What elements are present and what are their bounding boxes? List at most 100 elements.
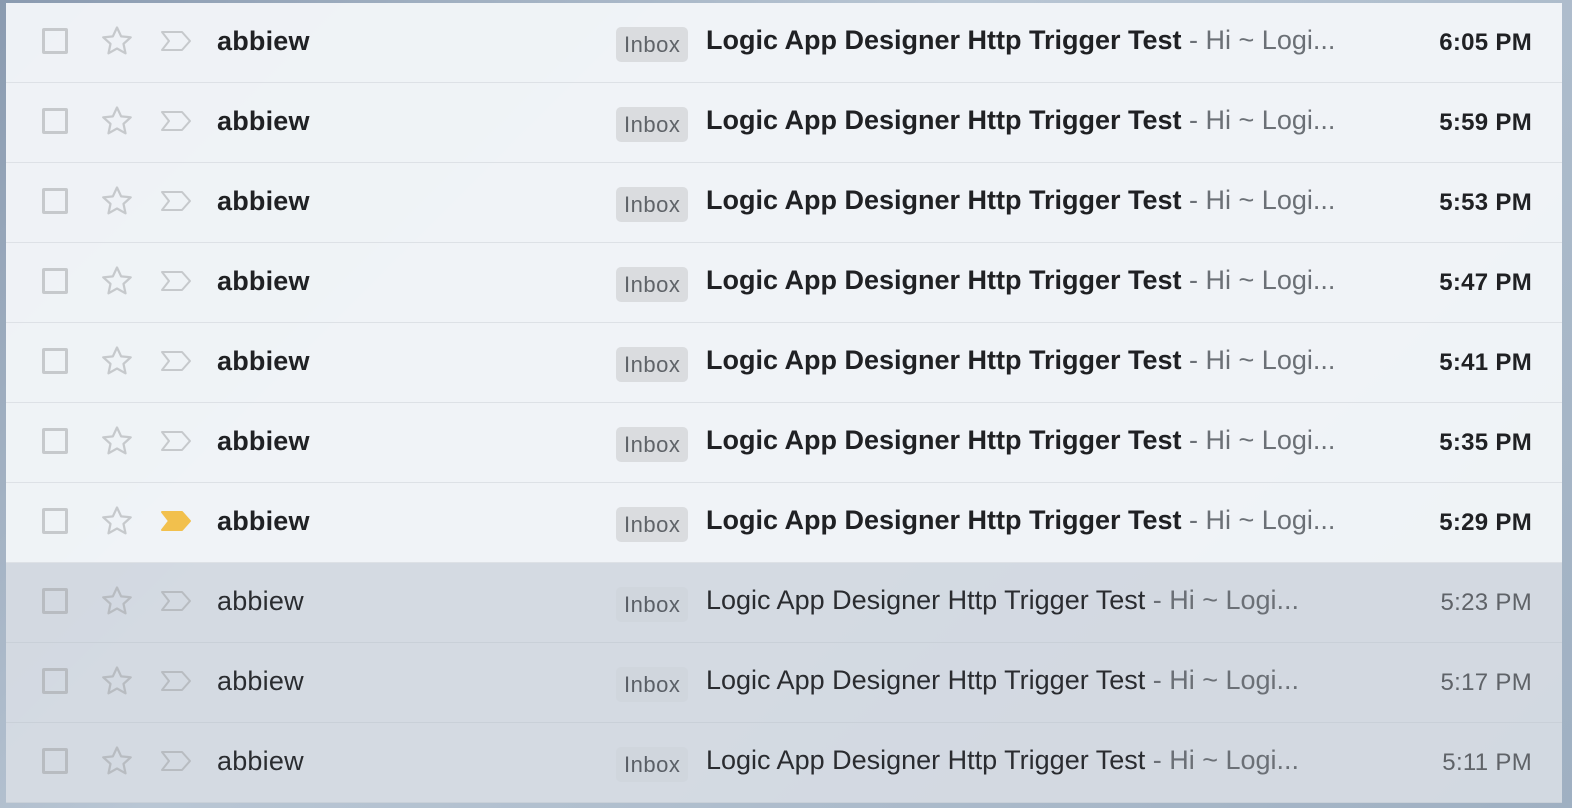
email-snippet: - Hi ~ Logi...: [1181, 25, 1336, 55]
checkbox-icon[interactable]: [42, 668, 68, 694]
sender-name: abbiew: [217, 106, 310, 136]
email-snippet: - Hi ~ Logi...: [1181, 265, 1336, 295]
sender-name: abbiew: [217, 426, 310, 456]
importance-marker-icon[interactable]: [160, 750, 192, 772]
subject-line: Logic App Designer Http Trigger Test - H…: [706, 265, 1342, 296]
email-subject: Logic App Designer Http Trigger Test: [706, 745, 1146, 775]
subject-line: Logic App Designer Http Trigger Test - H…: [706, 665, 1342, 696]
star-icon[interactable]: [100, 664, 134, 698]
email-subject: Logic App Designer Http Trigger Test: [706, 665, 1146, 695]
email-list: abbiew Inbox Logic App Designer Http Tri…: [6, 3, 1562, 803]
sender-name: abbiew: [217, 186, 310, 216]
subject-line: Logic App Designer Http Trigger Test - H…: [706, 25, 1342, 56]
email-subject: Logic App Designer Http Trigger Test: [706, 105, 1182, 135]
star-icon[interactable]: [100, 424, 134, 458]
label-badge[interactable]: Inbox: [616, 347, 689, 382]
email-snippet: - Hi ~ Logi...: [1181, 345, 1336, 375]
importance-marker-icon[interactable]: [160, 350, 192, 372]
star-icon[interactable]: [100, 184, 134, 218]
star-icon[interactable]: [100, 744, 134, 778]
importance-marker-icon[interactable]: [160, 110, 192, 132]
label-badge[interactable]: Inbox: [616, 427, 689, 462]
email-snippet: - Hi ~ Logi...: [1181, 185, 1336, 215]
importance-marker-icon[interactable]: [160, 510, 192, 532]
sender-name: abbiew: [217, 266, 310, 296]
email-time: 5:11 PM: [1442, 749, 1532, 776]
email-subject: Logic App Designer Http Trigger Test: [706, 345, 1182, 375]
email-row[interactable]: abbiew Inbox Logic App Designer Http Tri…: [6, 323, 1562, 403]
email-subject: Logic App Designer Http Trigger Test: [706, 505, 1182, 535]
label-badge[interactable]: Inbox: [616, 507, 689, 542]
subject-line: Logic App Designer Http Trigger Test - H…: [706, 585, 1342, 616]
importance-marker-icon[interactable]: [160, 430, 192, 452]
subject-line: Logic App Designer Http Trigger Test - H…: [706, 505, 1342, 536]
label-badge[interactable]: Inbox: [616, 587, 689, 622]
star-icon[interactable]: [100, 344, 134, 378]
email-time: 5:59 PM: [1439, 109, 1532, 136]
checkbox-icon[interactable]: [42, 428, 68, 454]
sender-name: abbiew: [217, 26, 310, 56]
checkbox-icon[interactable]: [42, 108, 68, 134]
sender-name: abbiew: [217, 746, 304, 776]
checkbox-icon[interactable]: [42, 28, 68, 54]
email-subject: Logic App Designer Http Trigger Test: [706, 265, 1182, 295]
email-subject: Logic App Designer Http Trigger Test: [706, 585, 1146, 615]
subject-line: Logic App Designer Http Trigger Test - H…: [706, 105, 1342, 136]
email-subject: Logic App Designer Http Trigger Test: [706, 25, 1182, 55]
label-badge[interactable]: Inbox: [616, 667, 689, 702]
subject-line: Logic App Designer Http Trigger Test - H…: [706, 345, 1342, 376]
star-icon[interactable]: [100, 584, 134, 618]
label-badge[interactable]: Inbox: [616, 187, 689, 222]
email-row[interactable]: abbiew Inbox Logic App Designer Http Tri…: [6, 723, 1562, 803]
email-snippet: - Hi ~ Logi...: [1181, 425, 1336, 455]
star-icon[interactable]: [100, 264, 134, 298]
email-snippet: - Hi ~ Logi...: [1145, 585, 1300, 615]
subject-line: Logic App Designer Http Trigger Test - H…: [706, 425, 1342, 456]
email-row[interactable]: abbiew Inbox Logic App Designer Http Tri…: [6, 3, 1562, 83]
email-time: 5:41 PM: [1439, 349, 1532, 376]
importance-marker-icon[interactable]: [160, 590, 192, 612]
sender-name: abbiew: [217, 666, 304, 696]
email-row[interactable]: abbiew Inbox Logic App Designer Http Tri…: [6, 163, 1562, 243]
email-snippet: - Hi ~ Logi...: [1181, 505, 1336, 535]
importance-marker-icon[interactable]: [160, 270, 192, 292]
label-badge[interactable]: Inbox: [616, 27, 689, 62]
checkbox-icon[interactable]: [42, 268, 68, 294]
checkbox-icon[interactable]: [42, 588, 68, 614]
email-snippet: - Hi ~ Logi...: [1145, 745, 1300, 775]
checkbox-icon[interactable]: [42, 748, 68, 774]
email-snippet: - Hi ~ Logi...: [1145, 665, 1300, 695]
email-time: 5:17 PM: [1440, 669, 1532, 696]
email-subject: Logic App Designer Http Trigger Test: [706, 425, 1182, 455]
star-icon[interactable]: [100, 104, 134, 138]
email-time: 5:35 PM: [1439, 429, 1532, 456]
subject-line: Logic App Designer Http Trigger Test - H…: [706, 185, 1342, 216]
label-badge[interactable]: Inbox: [616, 747, 689, 782]
email-snippet: - Hi ~ Logi...: [1181, 105, 1336, 135]
email-row[interactable]: abbiew Inbox Logic App Designer Http Tri…: [6, 483, 1562, 563]
email-row[interactable]: abbiew Inbox Logic App Designer Http Tri…: [6, 243, 1562, 323]
email-time: 5:47 PM: [1439, 269, 1532, 296]
email-subject: Logic App Designer Http Trigger Test: [706, 185, 1182, 215]
importance-marker-icon[interactable]: [160, 670, 192, 692]
email-row[interactable]: abbiew Inbox Logic App Designer Http Tri…: [6, 563, 1562, 643]
subject-line: Logic App Designer Http Trigger Test - H…: [706, 745, 1342, 776]
label-badge[interactable]: Inbox: [616, 107, 689, 142]
star-icon[interactable]: [100, 24, 134, 58]
label-badge[interactable]: Inbox: [616, 267, 689, 302]
email-row[interactable]: abbiew Inbox Logic App Designer Http Tri…: [6, 643, 1562, 723]
sender-name: abbiew: [217, 346, 310, 376]
checkbox-icon[interactable]: [42, 188, 68, 214]
sender-name: abbiew: [217, 586, 304, 616]
star-icon[interactable]: [100, 504, 134, 538]
email-row[interactable]: abbiew Inbox Logic App Designer Http Tri…: [6, 403, 1562, 483]
email-time: 5:23 PM: [1440, 589, 1532, 616]
checkbox-icon[interactable]: [42, 348, 68, 374]
email-time: 6:05 PM: [1439, 29, 1532, 56]
email-row[interactable]: abbiew Inbox Logic App Designer Http Tri…: [6, 83, 1562, 163]
importance-marker-icon[interactable]: [160, 30, 192, 52]
checkbox-icon[interactable]: [42, 508, 68, 534]
email-time: 5:29 PM: [1439, 509, 1532, 536]
sender-name: abbiew: [217, 506, 310, 536]
importance-marker-icon[interactable]: [160, 190, 192, 212]
